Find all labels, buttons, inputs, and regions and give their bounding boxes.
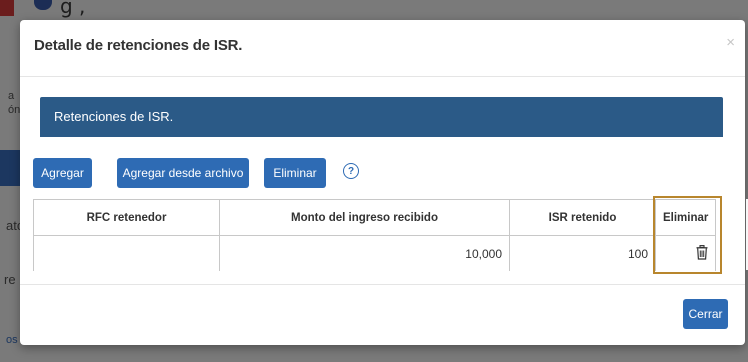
- cell-rfc[interactable]: [33, 235, 220, 271]
- background-logo-shape: [34, 0, 52, 10]
- delete-button[interactable]: Eliminar: [264, 158, 326, 188]
- background-fragment: re: [4, 272, 16, 287]
- background-logo: [0, 0, 14, 16]
- background-bar: [0, 150, 20, 186]
- cell-isr[interactable]: 100: [509, 235, 656, 271]
- help-icon[interactable]: ?: [343, 163, 359, 179]
- panel-heading-title: Retenciones de ISR.: [54, 109, 174, 124]
- cell-eliminar: [654, 235, 717, 271]
- column-header-rfc: RFC retenedor: [33, 199, 220, 236]
- retenciones-modal: Detalle de retenciones de ISR. × Retenci…: [20, 20, 748, 345]
- trash-icon[interactable]: [696, 244, 708, 263]
- add-button[interactable]: Agregar: [33, 158, 92, 188]
- modal-title: Detalle de retenciones de ISR.: [34, 37, 243, 54]
- background-fragment: a: [8, 90, 15, 102]
- column-header-isr: ISR retenido: [509, 199, 656, 236]
- footer-divider: [20, 284, 745, 285]
- table-row: 10,000 100: [33, 235, 717, 271]
- modal-header: Detalle de retenciones de ISR. ×: [20, 20, 745, 77]
- background-fragment: ón: [8, 104, 21, 116]
- cell-monto[interactable]: 10,000: [219, 235, 510, 271]
- close-button[interactable]: Cerrar: [683, 299, 728, 329]
- retenciones-table: RFC retenedor Monto del ingreso recibido…: [33, 199, 717, 271]
- column-header-monto: Monto del ingreso recibido: [219, 199, 510, 236]
- background-fragment: os: [6, 334, 18, 346]
- add-from-file-button[interactable]: Agregar desde archivo: [117, 158, 249, 188]
- column-header-eliminar: Eliminar: [654, 199, 717, 236]
- panel-heading: Retenciones de ISR.: [40, 97, 723, 137]
- retenciones-table-container: RFC retenedor Monto del ingreso recibido…: [33, 199, 735, 271]
- close-icon[interactable]: ×: [726, 34, 735, 51]
- background-top-text: g ,: [60, 0, 86, 18]
- table-header-row: RFC retenedor Monto del ingreso recibido…: [33, 199, 717, 236]
